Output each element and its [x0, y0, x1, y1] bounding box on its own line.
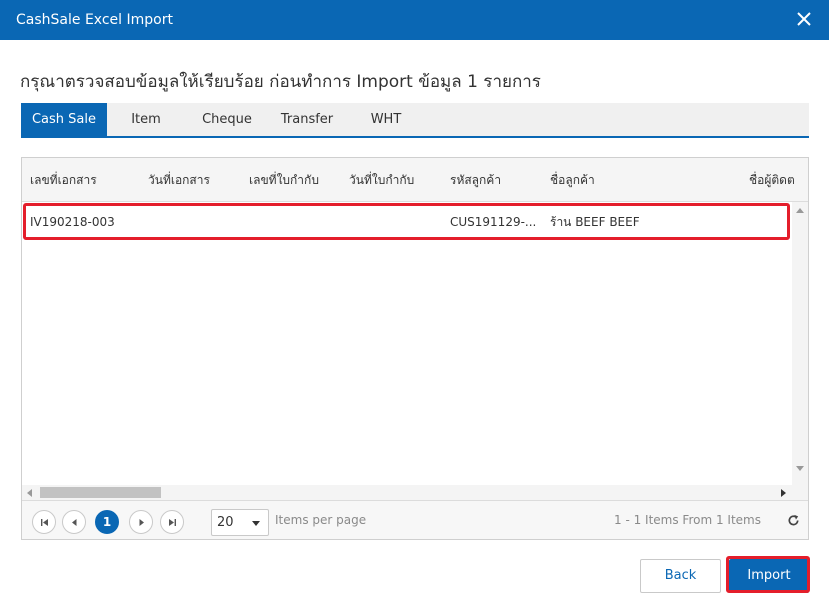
data-grid: เลขที่เอกสาร วันที่เอกสาร เลขที่ใบกำกับ …	[21, 157, 809, 540]
scroll-right-icon[interactable]	[781, 489, 786, 497]
column-header[interactable]: วันที่ใบกำกับ	[349, 158, 414, 201]
tab-bar: Cash Sale Item Cheque Transfer WHT	[21, 103, 809, 138]
first-page-icon	[41, 519, 48, 526]
table-cell: ร้าน BEEF BEEF	[550, 215, 640, 229]
items-per-page-label: Items per page	[275, 513, 367, 527]
column-header[interactable]: ชื่อผู้ติดต	[749, 158, 795, 201]
pager: 1 20 Items per page 1 - 1 Items From 1 I…	[22, 500, 808, 539]
horizontal-scroll-thumb[interactable]	[40, 487, 161, 498]
close-icon[interactable]	[793, 8, 815, 30]
column-header[interactable]: ชื่อลูกค้า	[550, 158, 595, 201]
tab-cheque[interactable]: Cheque	[193, 103, 261, 136]
tab-transfer[interactable]: Transfer	[271, 103, 343, 136]
column-header[interactable]: วันที่เอกสาร	[148, 158, 210, 201]
scroll-up-icon[interactable]	[796, 208, 804, 213]
page-size-value: 20	[217, 515, 234, 530]
last-page-icon	[169, 519, 176, 526]
back-button[interactable]: Back	[640, 559, 721, 593]
pager-info: 1 - 1 Items From 1 Items	[614, 513, 761, 527]
prev-page-icon	[72, 519, 77, 526]
grid-header: เลขที่เอกสาร วันที่เอกสาร เลขที่ใบกำกับ …	[22, 158, 808, 202]
refresh-icon[interactable]	[787, 514, 800, 527]
dialog-titlebar: CashSale Excel Import	[0, 0, 829, 40]
prev-page-button[interactable]	[62, 510, 86, 534]
next-page-button[interactable]	[129, 510, 153, 534]
next-page-icon	[139, 519, 144, 526]
page-heading: กรุณาตรวจสอบข้อมูลให้เรียบร้อย ก่อนทำการ…	[20, 72, 541, 92]
scroll-corner	[792, 485, 808, 500]
first-page-button[interactable]	[32, 510, 56, 534]
scroll-left-icon[interactable]	[27, 489, 32, 497]
vertical-scrollbar[interactable]	[792, 202, 808, 485]
import-button[interactable]: Import	[729, 559, 809, 593]
scroll-down-icon[interactable]	[796, 466, 804, 471]
tab-wht[interactable]: WHT	[356, 103, 416, 136]
tab-cash-sale[interactable]: Cash Sale	[21, 103, 107, 136]
table-cell: IV190218-003	[30, 215, 115, 229]
column-header[interactable]: เลขที่ใบกำกับ	[249, 158, 319, 201]
chevron-down-icon	[252, 521, 260, 526]
last-page-button[interactable]	[160, 510, 184, 534]
table-cell: CUS191129-...	[450, 215, 537, 229]
tab-item[interactable]: Item	[114, 103, 178, 136]
column-header[interactable]: เลขที่เอกสาร	[30, 158, 97, 201]
page-size-select[interactable]: 20	[211, 509, 269, 536]
column-header[interactable]: รหัสลูกค้า	[450, 158, 501, 201]
table-row[interactable]: IV190218-003 CUS191129-... ร้าน BEEF BEE…	[22, 202, 792, 242]
page-number-button[interactable]: 1	[95, 510, 119, 534]
dialog-title: CashSale Excel Import	[16, 12, 173, 28]
horizontal-scrollbar[interactable]	[22, 485, 792, 500]
